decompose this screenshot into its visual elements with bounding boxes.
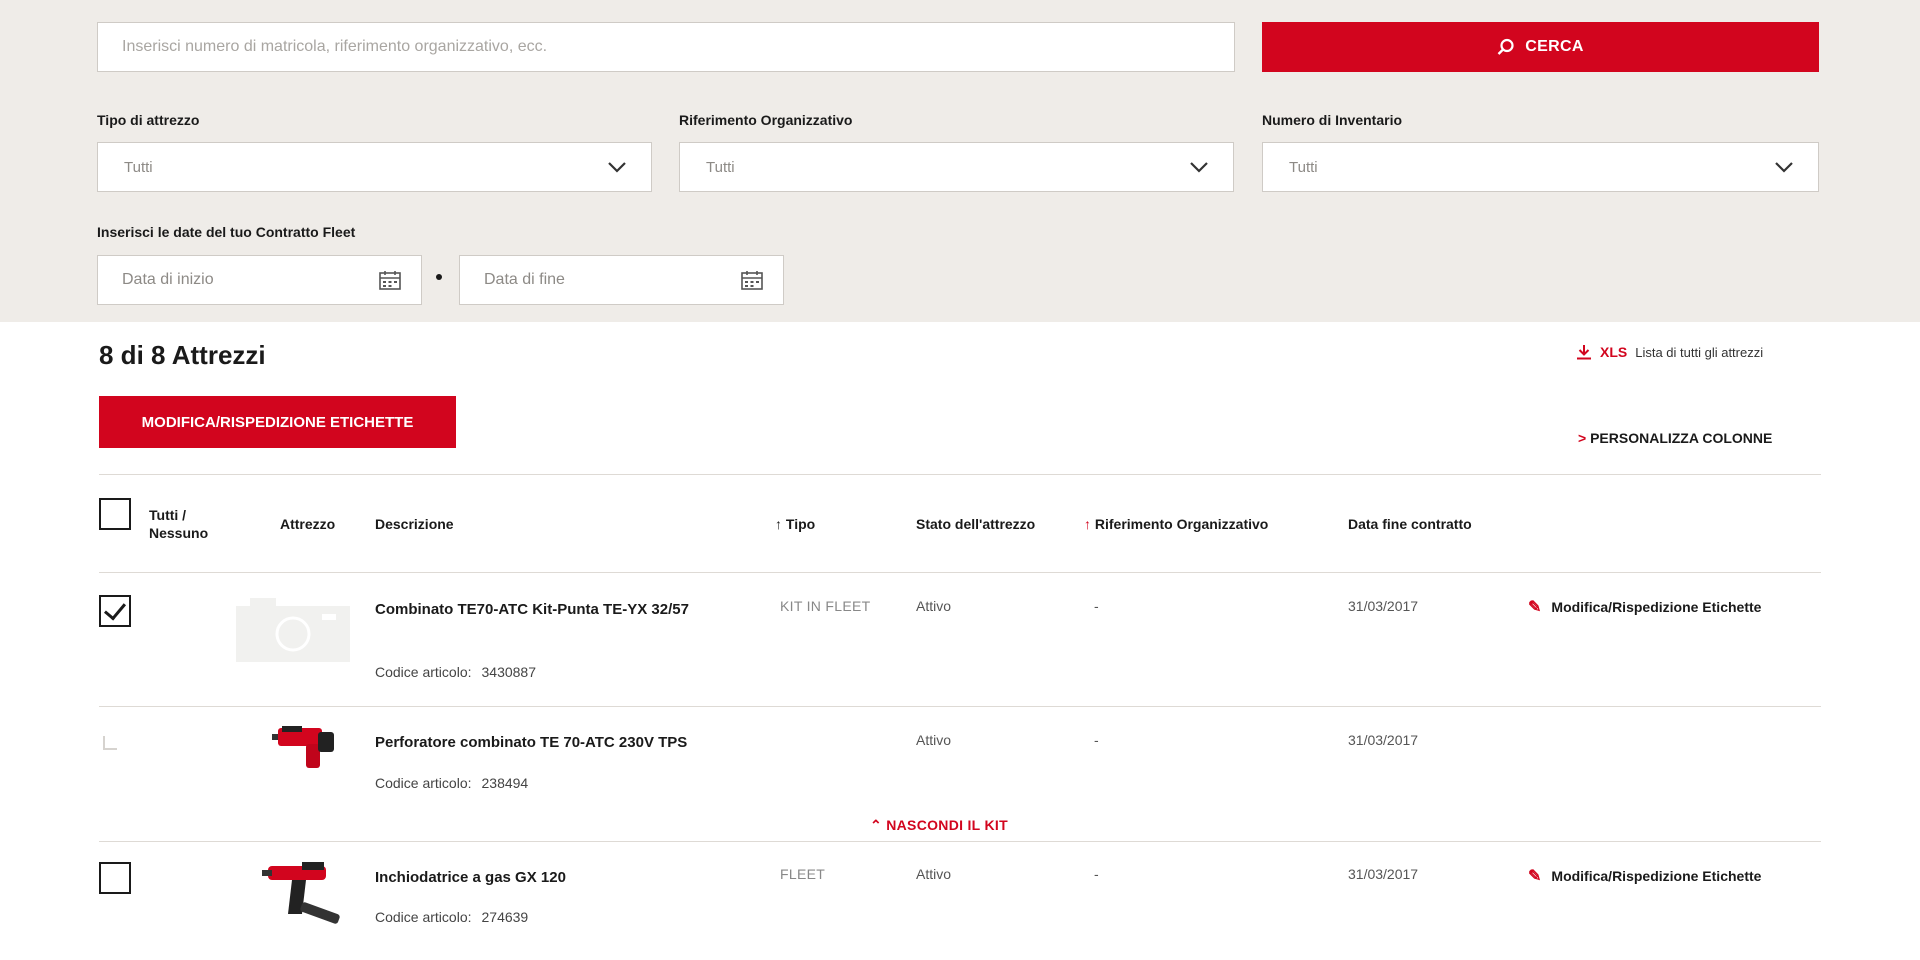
calendar-icon: [379, 271, 401, 290]
row-edit-labels-label: Modifica/Rispedizione Etichette: [1551, 868, 1762, 884]
row-type: FLEET: [780, 866, 826, 882]
org-ref-select[interactable]: Tutti: [679, 142, 1234, 192]
tool-image-placeholder: [236, 598, 350, 662]
customize-columns-label: PERSONALIZZA COLONNE: [1590, 430, 1773, 446]
date-separator: [436, 274, 442, 280]
chevron-down-icon: [608, 162, 626, 173]
xls-download-link[interactable]: XLS Lista di tutti gli attrezzi: [1576, 344, 1763, 360]
hide-kit-label: NASCONDI IL KIT: [886, 817, 1008, 833]
header-org-ref-label: Riferimento Organizzativo: [1094, 516, 1269, 532]
row-org-ref: -: [1094, 598, 1099, 614]
row-code: Codice articolo: 238494: [375, 775, 528, 791]
org-ref-value: Tutti: [706, 158, 735, 176]
chevron-down-icon: [1190, 162, 1208, 173]
row-org-ref: -: [1094, 866, 1099, 882]
row-code: Codice articolo: 274639: [375, 909, 528, 925]
code-label: Codice articolo:: [375, 775, 472, 791]
row-status: Attivo: [916, 866, 952, 882]
row-status: Attivo: [916, 598, 952, 614]
search-button-label: CERCA: [1525, 38, 1584, 55]
row-checkbox[interactable]: [99, 862, 131, 894]
divider: [99, 841, 1821, 842]
edit-labels-button[interactable]: MODIFICA/RISPEDIZIONE ETICHETTE: [99, 396, 456, 448]
search-placeholder: Inserisci numero di matricola, riferimen…: [122, 38, 548, 55]
header-type[interactable]: ↑ Tipo: [775, 516, 815, 532]
row-org-ref: -: [1094, 732, 1099, 748]
row-status: Attivo: [916, 732, 952, 748]
download-icon: [1577, 345, 1591, 360]
header-type-label: Tipo: [785, 516, 816, 532]
row-edit-labels-label: Modifica/Rispedizione Etichette: [1551, 599, 1762, 615]
row-edit-labels-link[interactable]: ✎ Modifica/Rispedizione Etichette: [1528, 597, 1761, 617]
row-description: Perforatore combinato TE 70-ATC 230V TPS: [375, 734, 688, 751]
row-type: KIT IN FLEET: [780, 598, 871, 614]
search-button[interactable]: CERCA: [1262, 22, 1819, 72]
sort-arrow-icon: ↑: [775, 516, 782, 532]
header-org-ref[interactable]: ↑ Riferimento Organizzativo: [1084, 516, 1268, 532]
customize-arrow: >: [1578, 430, 1587, 446]
pen-icon: ✎: [1528, 599, 1542, 616]
header-end-date: Data fine contratto: [1348, 516, 1472, 532]
calendar-icon: [741, 271, 763, 290]
results-count: 8 di 8 Attrezzi: [99, 340, 266, 370]
code-label: Codice articolo:: [375, 664, 472, 680]
tool-type-select[interactable]: Tutti: [97, 142, 652, 192]
row-checkbox[interactable]: [99, 595, 131, 627]
sort-arrow-icon: ↑: [1084, 516, 1091, 532]
divider: [99, 572, 1821, 573]
xls-text: Lista di tutti gli attrezzi: [1635, 344, 1764, 360]
inventory-label: Numero di Inventario: [1262, 112, 1403, 128]
row-checkbox-disabled: [99, 728, 131, 760]
divider: [99, 474, 1821, 475]
org-ref-label: Riferimento Organizzativo: [679, 112, 853, 128]
tool-type-label: Tipo di attrezzo: [97, 112, 200, 128]
row-end-date: 31/03/2017: [1348, 732, 1419, 748]
edit-labels-button-label: MODIFICA/RISPEDIZIONE ETICHETTE: [141, 413, 414, 431]
row-edit-labels-link[interactable]: ✎ Modifica/Rispedizione Etichette: [1528, 866, 1761, 886]
search-input[interactable]: Inserisci numero di matricola, riferimen…: [97, 22, 1235, 72]
end-date-field[interactable]: Data di fine: [459, 255, 784, 305]
row-description: Inchiodatrice a gas GX 120: [375, 869, 566, 886]
row-code: Codice articolo: 3430887: [375, 664, 536, 680]
chevron-down-icon: [1775, 162, 1793, 173]
start-date-placeholder: Data di inizio: [122, 271, 214, 288]
header-description: Descrizione: [375, 516, 454, 532]
header-tool: Attrezzo: [280, 516, 336, 532]
nail-gun-image: [262, 862, 340, 924]
code-value: 274639: [481, 909, 529, 925]
chevron-up-icon: ⌃: [870, 817, 883, 833]
inventory-value: Tutti: [1289, 158, 1318, 176]
row-end-date: 31/03/2017: [1348, 598, 1419, 614]
hide-kit-link[interactable]: ⌃ NASCONDI IL KIT: [870, 817, 1008, 834]
search-icon: [1497, 38, 1514, 55]
header-select-all: Tutti / Nessuno: [149, 507, 209, 541]
inventory-select[interactable]: Tutti: [1262, 142, 1819, 192]
code-value: 238494: [481, 775, 529, 791]
contract-dates-label: Inserisci le date del tuo Contratto Flee…: [97, 224, 356, 240]
header-status: Stato dell'attrezzo: [916, 516, 1036, 532]
select-all-checkbox[interactable]: [99, 498, 131, 530]
pen-icon: ✎: [1528, 868, 1542, 885]
divider: [99, 706, 1821, 707]
customize-columns-link[interactable]: > PERSONALIZZA COLONNE: [1578, 430, 1772, 446]
row-description: Combinato TE70-ATC Kit-Punta TE-YX 32/57: [375, 601, 689, 618]
tool-type-value: Tutti: [124, 158, 153, 176]
start-date-field[interactable]: Data di inizio: [97, 255, 422, 305]
end-date-placeholder: Data di fine: [484, 271, 565, 288]
code-label: Codice articolo:: [375, 909, 472, 925]
rotary-hammer-image: [272, 726, 334, 768]
row-end-date: 31/03/2017: [1348, 866, 1419, 882]
code-value: 3430887: [481, 664, 537, 680]
xls-label: XLS: [1600, 344, 1628, 360]
